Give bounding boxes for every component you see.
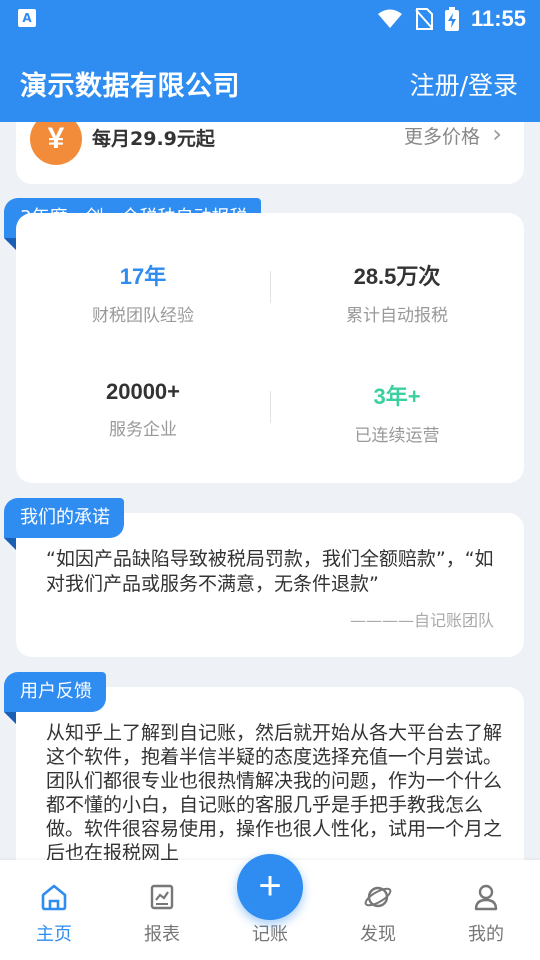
app-notification-icon: A	[18, 9, 36, 27]
tab-mine[interactable]: 我的	[446, 882, 526, 946]
stat-companies: 20000+ 服务企业	[16, 379, 270, 440]
stat-value: 17年	[119, 264, 167, 289]
register-login-link[interactable]: 注册/登录	[410, 66, 518, 102]
promise-signature: ————自记账团队	[349, 611, 494, 630]
stat-operation: 3年+ 已连续运营	[270, 379, 524, 446]
ribbon-fold	[4, 238, 16, 250]
price-card[interactable]: ¥ 每月29.9元起 更多价格 ›	[16, 122, 524, 184]
plus-icon: +	[258, 864, 282, 908]
report-icon	[150, 884, 174, 910]
stat-experience: 17年 财税团队经验	[16, 259, 270, 326]
app-header: 演示数据有限公司 注册/登录	[0, 38, 540, 122]
stat-label: 财税团队经验	[92, 306, 194, 326]
feedback-card: 从知乎上了解到自记账，然后就开始从各大平台去了解这个软件，抱着半信半疑的态度选择…	[16, 687, 524, 860]
stats-card: 17年 财税团队经验 28.5万次 累计自动报税 20000+ 服务企业 3年+…	[16, 213, 524, 483]
stat-label: 服务企业	[109, 420, 177, 440]
tab-label: 报表	[144, 924, 180, 945]
chevron-right-icon[interactable]: ›	[492, 122, 502, 148]
stat-value: 28.5万次	[353, 264, 441, 289]
promise-quote: “如因产品缺陷导致被税局罚款，我们全额赔款”，“如对我们产品或服务不满意，无条件…	[46, 548, 494, 595]
feedback-text: 从知乎上了解到自记账，然后就开始从各大平台去了解这个软件，抱着半信半疑的态度选择…	[46, 722, 503, 860]
battery-charging-icon	[444, 7, 459, 31]
stat-value: 3年+	[373, 384, 421, 409]
clock: 11:55	[470, 6, 526, 31]
tab-label: 主页	[36, 924, 72, 945]
planet-icon	[364, 886, 392, 908]
main-content[interactable]: ¥ 每月29.9元起 更多价格 › 3年磨一剑，全税种自动报税 17年 财税团队…	[0, 122, 540, 860]
ribbon-fold	[4, 538, 16, 550]
feedback-ribbon: 用户反馈	[4, 672, 106, 712]
price-text: 每月29.9元起	[92, 128, 215, 150]
status-bar: A 11:55	[0, 0, 540, 38]
yuan-icon: ¥	[30, 122, 82, 165]
tab-discover[interactable]: 发现	[338, 882, 418, 946]
ribbon-fold	[4, 712, 16, 724]
tab-label: 记账	[252, 924, 288, 945]
home-icon	[41, 884, 67, 911]
tab-label: 我的	[468, 924, 504, 945]
stat-auto-filing: 28.5万次 累计自动报税	[270, 259, 524, 326]
company-title: 演示数据有限公司	[20, 71, 240, 102]
tab-label: 发现	[360, 924, 396, 945]
status-icons: 11:55	[377, 6, 526, 32]
stat-label: 累计自动报税	[346, 306, 448, 326]
user-icon	[474, 884, 498, 911]
stat-value: 20000+	[105, 379, 181, 404]
wifi-icon	[377, 9, 402, 28]
stat-label: 已连续运营	[354, 426, 440, 446]
tab-report[interactable]: 报表	[122, 882, 202, 946]
no-sim-icon	[415, 8, 433, 30]
tab-home[interactable]: 主页	[14, 882, 94, 946]
add-entry-button[interactable]: +	[237, 854, 303, 920]
more-price-link[interactable]: 更多价格	[404, 122, 480, 149]
promise-ribbon: 我们的承诺	[4, 498, 124, 538]
